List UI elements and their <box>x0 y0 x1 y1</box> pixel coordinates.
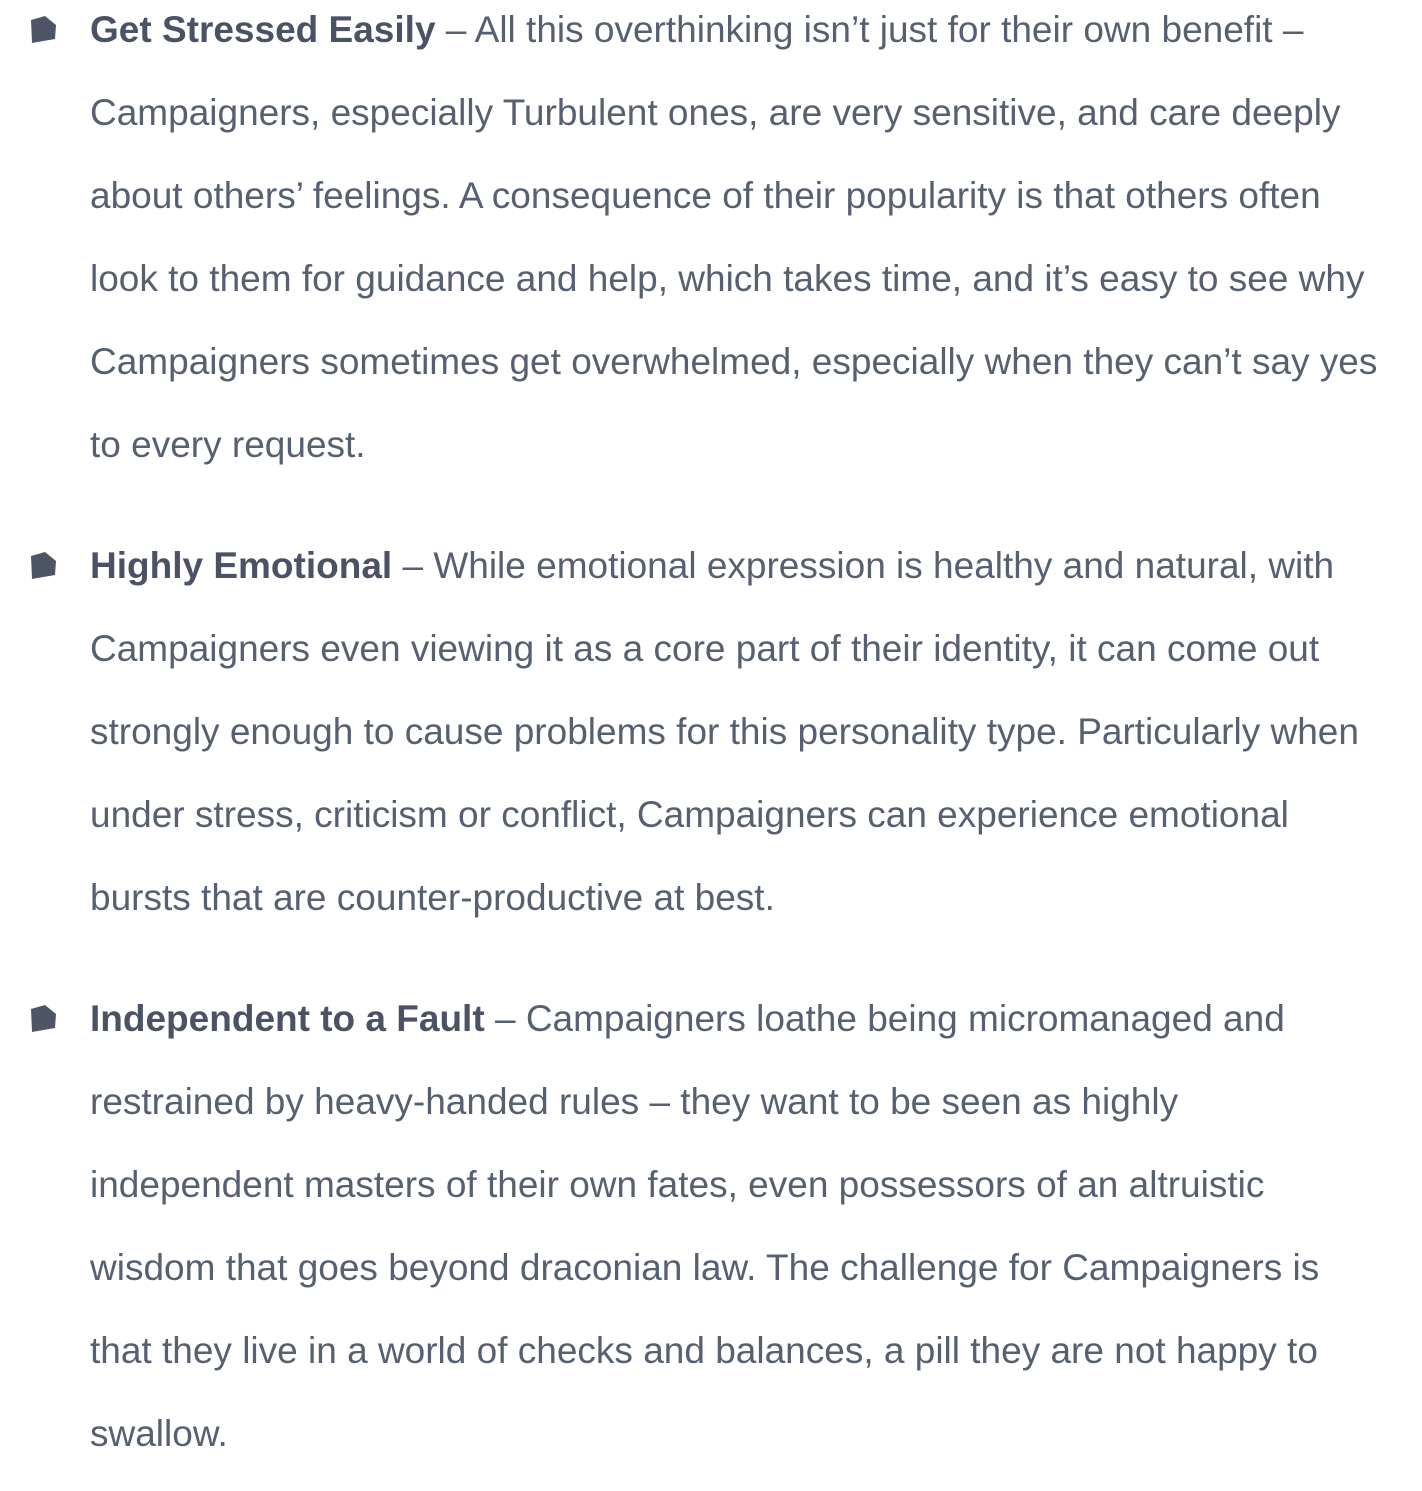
item-separator: – <box>435 9 475 50</box>
item-text: All this overthinking isn’t just for the… <box>90 9 1378 465</box>
pentagon-bullet-icon <box>29 551 57 581</box>
item-term: Independent to a Fault <box>90 998 485 1039</box>
item-term: Get Stressed Easily <box>90 9 436 50</box>
list-item: Highly Emotional – While emotional expre… <box>0 524 1422 939</box>
item-term: Highly Emotional <box>90 545 393 586</box>
item-separator: – <box>392 545 434 586</box>
pentagon-bullet-icon <box>29 15 57 45</box>
weaknesses-list: Get Stressed Easily – All this overthink… <box>0 0 1422 1475</box>
item-text: While emotional expression is healthy an… <box>90 545 1359 918</box>
item-text: Campaigners loathe being micromanaged an… <box>90 998 1320 1454</box>
pentagon-bullet-icon <box>29 1004 57 1034</box>
list-item: Independent to a Fault – Campaigners loa… <box>0 977 1422 1475</box>
item-separator: – <box>484 998 526 1039</box>
list-item: Get Stressed Easily – All this overthink… <box>0 0 1422 486</box>
